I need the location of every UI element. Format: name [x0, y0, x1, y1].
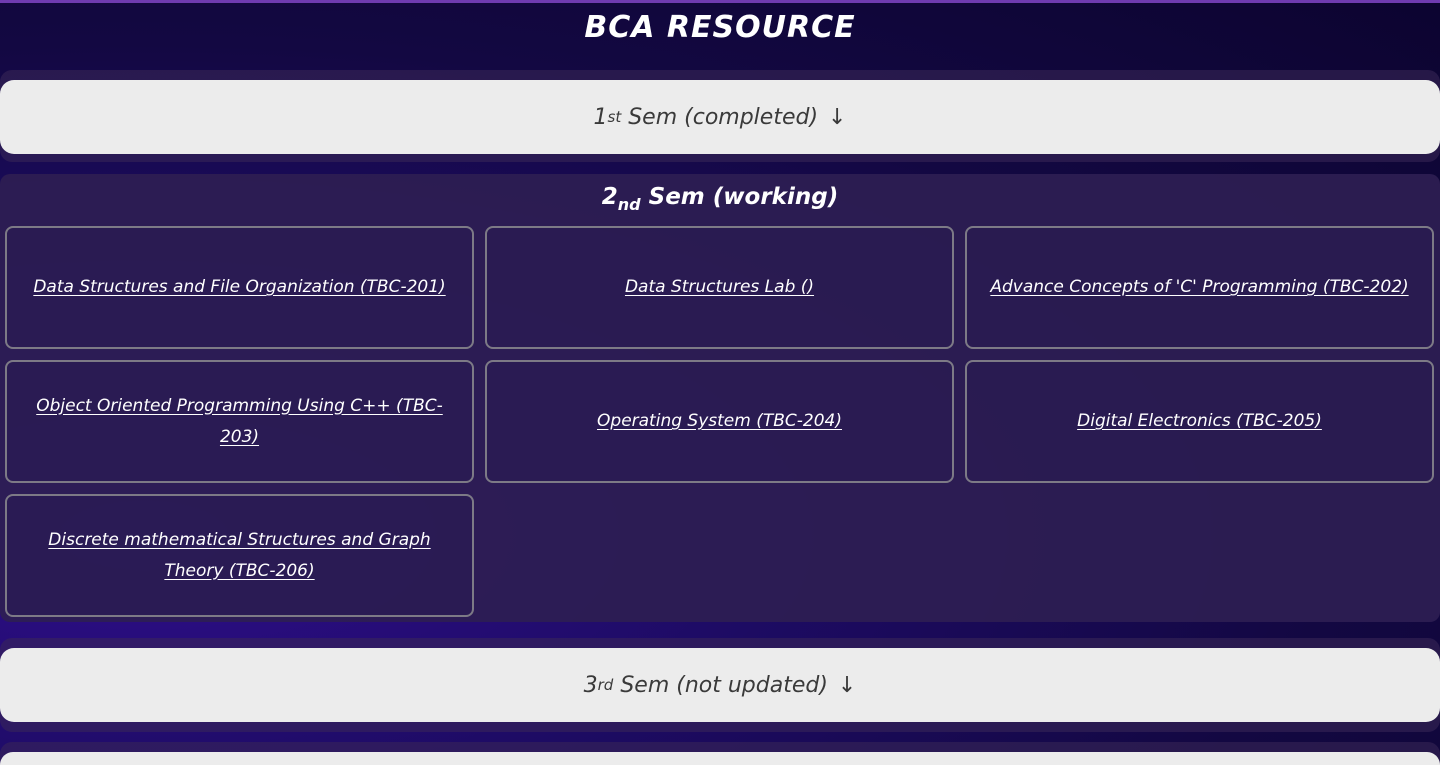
subject-card-tbc-203: Object Oriented Programming Using C++ (T…	[5, 360, 474, 483]
subject-link-tbc-206[interactable]: Discrete mathematical Structures and Gra…	[27, 525, 452, 587]
sem-3-ordinal-suffix: rd	[597, 676, 614, 694]
subject-link-tbc-205[interactable]: Digital Electronics (TBC-205)	[1077, 406, 1322, 437]
subject-link-tbc-204[interactable]: Operating System (TBC-204)	[597, 406, 842, 437]
sem-2-ordinal-suffix: nd	[617, 195, 641, 214]
subject-card-tbc-206: Discrete mathematical Structures and Gra…	[5, 494, 474, 617]
sem-1-toggle-button[interactable]: 1st Sem (completed) ↓	[0, 80, 1440, 154]
sem-1-ordinal-suffix: st	[607, 108, 622, 126]
sem-2-ordinal: 2	[601, 184, 618, 210]
subject-card-tbc-202: Advance Concepts of 'C' Programming (TBC…	[965, 226, 1434, 349]
sem-4-toggle-button[interactable]	[0, 752, 1440, 765]
subject-link-tbc-201[interactable]: Data Structures and File Organization (T…	[33, 272, 445, 303]
sem-3-ordinal: 3	[583, 672, 598, 698]
subject-card-tbc-205: Digital Electronics (TBC-205)	[965, 360, 1434, 483]
subject-card-tbc-204: Operating System (TBC-204)	[485, 360, 954, 483]
arrow-down-icon: ↓	[828, 104, 847, 130]
top-accent-line	[0, 0, 1440, 3]
subject-link-tbc-203[interactable]: Object Oriented Programming Using C++ (T…	[27, 391, 452, 453]
sem-2-label: Sem (working)	[648, 184, 839, 210]
sem-2-section: 2nd Sem (working) Data Structures and Fi…	[0, 174, 1440, 622]
page-title: BCA RESOURCE	[584, 10, 856, 45]
arrow-down-icon: ↓	[837, 672, 857, 698]
subject-link-tbc-202[interactable]: Advance Concepts of 'C' Programming (TBC…	[990, 272, 1408, 303]
sem-3-label: Sem (not updated)	[620, 672, 828, 698]
sem-1-label: Sem (completed)	[628, 104, 819, 130]
sem-3-toggle-button[interactable]: 3rd Sem (not updated) ↓	[0, 648, 1440, 722]
sem-2-heading: 2nd Sem (working)	[0, 184, 1440, 214]
subject-card-tbc-201: Data Structures and File Organization (T…	[5, 226, 474, 349]
subject-card-ds-lab: Data Structures Lab ()	[485, 226, 954, 349]
subject-link-ds-lab[interactable]: Data Structures Lab ()	[625, 272, 814, 303]
sem-1-ordinal: 1	[593, 104, 608, 130]
